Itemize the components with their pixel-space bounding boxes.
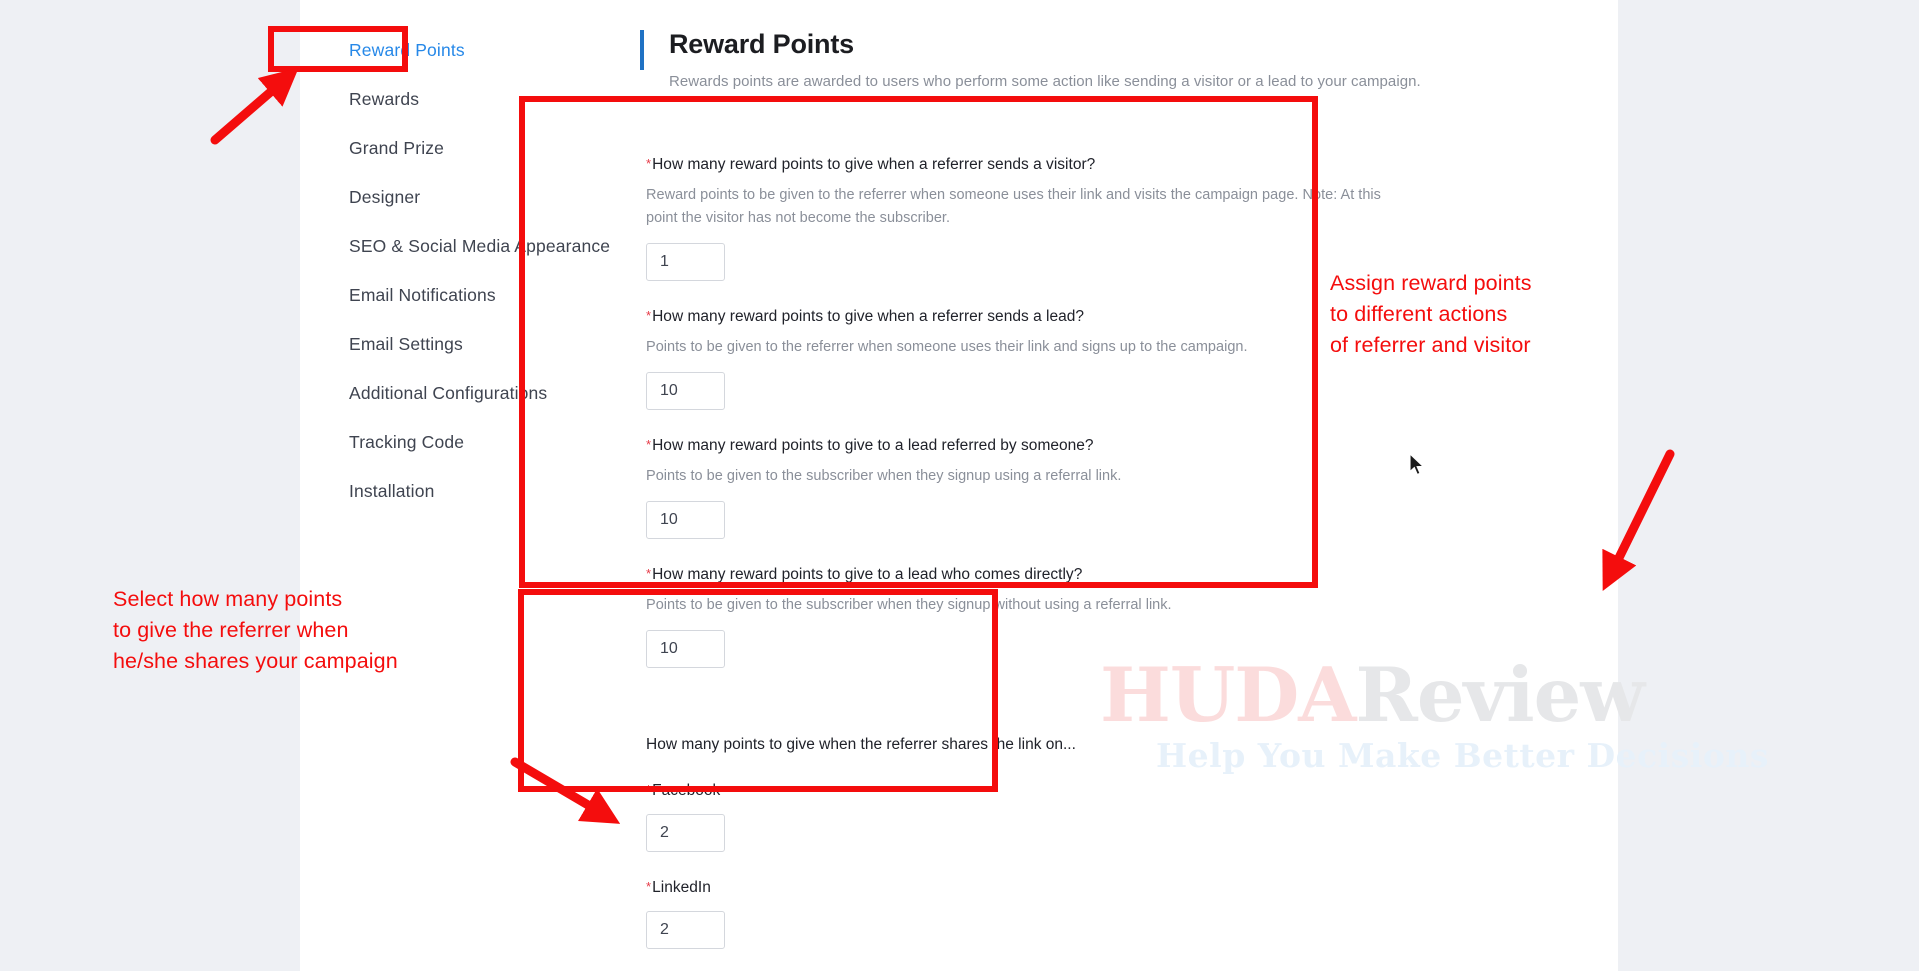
- field-group-visitor: *How many reward points to give when a r…: [646, 155, 1415, 281]
- field-group-facebook: *Facebook: [646, 781, 1096, 852]
- field-label: *How many reward points to give to a lea…: [646, 436, 1415, 456]
- field-label: *Facebook: [646, 781, 1096, 801]
- sidebar-item-grand-prize[interactable]: Grand Prize: [300, 124, 630, 173]
- sidebar-item-label: Rewards: [349, 89, 420, 109]
- field-group-referred-lead: *How many reward points to give to a lea…: [646, 436, 1415, 539]
- sidebar-item-email-notifications[interactable]: Email Notifications: [300, 271, 630, 320]
- arrow-to-sidebar: [210, 67, 299, 145]
- sidebar-item-reward-points[interactable]: Reward Points: [300, 26, 630, 75]
- field-group-lead: *How many reward points to give when a r…: [646, 307, 1415, 410]
- required-marker: *: [646, 437, 652, 452]
- field-label-text: LinkedIn: [652, 879, 711, 896]
- sidebar-item-label: Installation: [349, 481, 435, 501]
- app-panel: Reward Points Rewards Grand Prize Design…: [300, 0, 1618, 971]
- field-label-text: How many reward points to give to a lead…: [652, 437, 1094, 454]
- field-help-text: Points to be given to the referrer when …: [646, 339, 1248, 355]
- field-label-text: Facebook: [652, 782, 721, 799]
- required-marker: *: [646, 308, 652, 323]
- field-help-text: Points to be given to the subscriber whe…: [646, 597, 1172, 613]
- field-label-text: How many reward points to give when a re…: [652, 156, 1096, 173]
- field-label-text: How many reward points to give to a lead…: [652, 566, 1083, 583]
- field-help-text: Reward points to be given to the referre…: [646, 187, 1381, 226]
- field-help-text: Points to be given to the subscriber whe…: [646, 468, 1122, 484]
- reward-points-lead-input[interactable]: [646, 372, 725, 410]
- annotation-text-right: Assign reward points to different action…: [1330, 271, 1532, 357]
- accent-bar: [640, 30, 644, 70]
- sidebar-item-label: Email Settings: [349, 334, 463, 354]
- sidebar-item-seo-social-media-appearance[interactable]: SEO & Social Media Appearance: [300, 222, 630, 271]
- field-label: *How many reward points to give to a lea…: [646, 565, 1415, 585]
- sidebar-item-label: Reward Points: [349, 40, 465, 60]
- annotation-text-left: Select how many points to give the refer…: [113, 587, 398, 673]
- reward-points-direct-lead-input[interactable]: [646, 630, 725, 668]
- share-points-section: How many points to give when the referre…: [637, 727, 1096, 967]
- sidebar-item-additional-configurations[interactable]: Additional Configurations: [300, 369, 630, 418]
- share-points-linkedin-input[interactable]: [646, 911, 725, 949]
- sidebar-item-label: SEO & Social Media Appearance: [349, 236, 611, 256]
- field-label: *How many reward points to give when a r…: [646, 307, 1415, 327]
- required-marker: *: [646, 879, 652, 894]
- sidebar-item-label: Email Notifications: [349, 285, 496, 305]
- share-section-heading: How many points to give when the referre…: [646, 736, 1076, 753]
- sidebar-item-label: Grand Prize: [349, 138, 445, 158]
- sidebar-item-installation[interactable]: Installation: [300, 467, 630, 516]
- reward-points-visitor-input[interactable]: [646, 243, 725, 281]
- content-header: Reward Points Rewards points are awarded…: [640, 26, 1596, 92]
- field-group-linkedin: *LinkedIn: [646, 878, 1096, 949]
- settings-sidebar: Reward Points Rewards Grand Prize Design…: [300, 0, 630, 971]
- reward-points-fields-section: *How many reward points to give when a r…: [637, 123, 1415, 686]
- sidebar-item-designer[interactable]: Designer: [300, 173, 630, 222]
- reward-points-referred-lead-input[interactable]: [646, 501, 725, 539]
- page-subtitle: Rewards points are awarded to users who …: [669, 73, 1421, 90]
- required-marker: *: [646, 566, 652, 581]
- field-label: *How many reward points to give when a r…: [646, 155, 1415, 175]
- sidebar-item-label: Additional Configurations: [349, 383, 548, 403]
- sidebar-item-rewards[interactable]: Rewards: [300, 75, 630, 124]
- sidebar-item-email-settings[interactable]: Email Settings: [300, 320, 630, 369]
- sidebar-item-label: Tracking Code: [349, 432, 465, 452]
- mouse-cursor: [1409, 453, 1425, 476]
- required-marker: *: [646, 782, 652, 797]
- sidebar-item-label: Designer: [349, 187, 421, 207]
- required-marker: *: [646, 156, 652, 171]
- page-title: Reward Points: [669, 29, 854, 59]
- field-label-text: How many reward points to give when a re…: [652, 308, 1085, 325]
- share-points-facebook-input[interactable]: [646, 814, 725, 852]
- field-label: *LinkedIn: [646, 878, 1096, 898]
- arrow-to-reward-points-box: [1602, 449, 1675, 592]
- field-group-direct-lead: *How many reward points to give to a lea…: [646, 565, 1415, 668]
- sidebar-item-tracking-code[interactable]: Tracking Code: [300, 418, 630, 467]
